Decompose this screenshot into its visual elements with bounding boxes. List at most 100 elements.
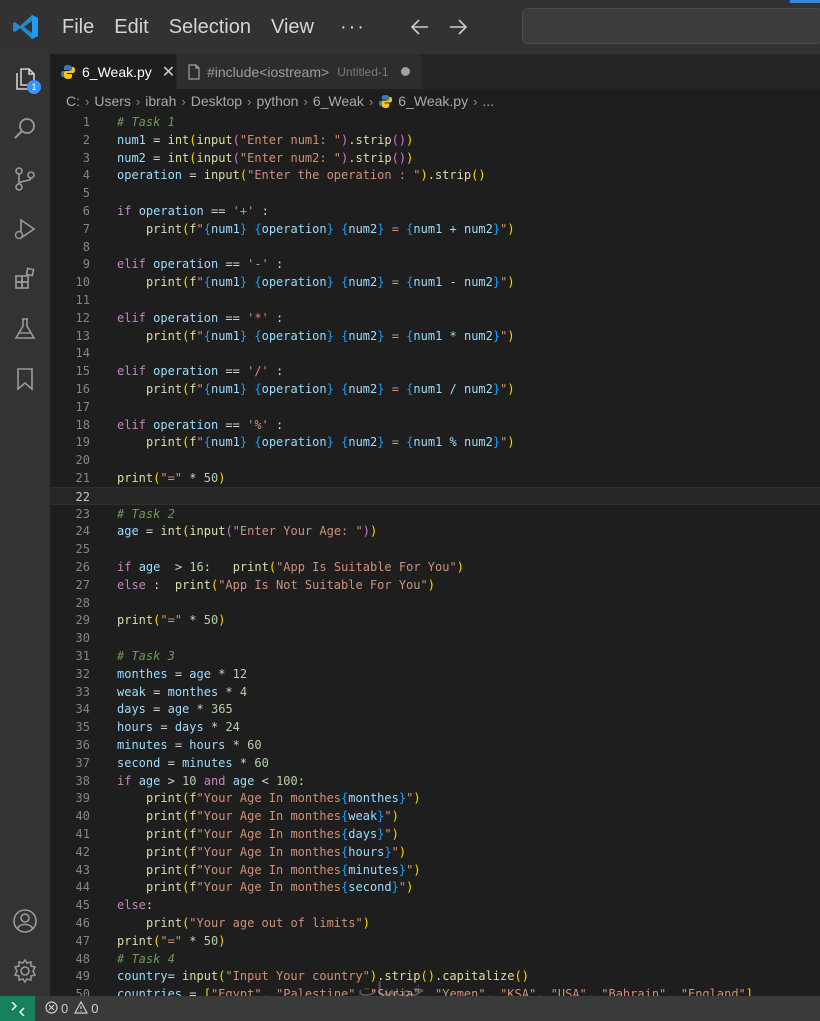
code-line[interactable]: 11	[50, 291, 820, 309]
code-line[interactable]: 39 print(f"Your Age In monthes{monthes}"…	[50, 789, 820, 807]
code-line[interactable]: 29 print("=" * 50)	[50, 611, 820, 629]
code-line[interactable]: 41 print(f"Your Age In monthes{days}")	[50, 825, 820, 843]
code-editor[interactable]: 1 # Task 1 2 num1 = int(input("Enter num1: …	[50, 113, 820, 996]
line-number: 13	[75, 328, 90, 343]
code-line[interactable]: 4 operation = input("Enter the operation …	[50, 166, 820, 184]
code-line[interactable]: 24 age = int(input("Enter Your Age: "))	[50, 522, 820, 540]
code-line[interactable]: 7 print(f"{num1} {operation} {num2} = {n…	[50, 220, 820, 238]
unsaved-dot-icon[interactable]	[400, 67, 410, 76]
code-line[interactable]: 50 countries = ["Egypt", "Palestine", "Sy…	[50, 985, 820, 996]
chevron-right-icon: ›	[85, 93, 90, 109]
code-line[interactable]: 36 minutes = hours * 60	[50, 736, 820, 754]
forward-arrow-icon[interactable]	[446, 15, 470, 39]
code-text: if operation == '+' :	[117, 204, 269, 218]
breadcrumb-drive[interactable]: C:	[66, 93, 80, 109]
breadcrumb-python[interactable]: python	[256, 93, 298, 109]
code-line[interactable]: 44 print(f"Your Age In monthes{second}")	[50, 878, 820, 896]
code-line[interactable]: 34 days = age * 365	[50, 700, 820, 718]
menu-more-button[interactable]: ···	[324, 0, 382, 54]
code-line[interactable]: 3 num2 = int(input("Enter num2: ").strip(…	[50, 149, 820, 167]
code-line[interactable]: 5	[50, 184, 820, 202]
code-line[interactable]: 8	[50, 238, 820, 256]
code-line[interactable]: 46 print("Your age out of limits")	[50, 914, 820, 932]
breadcrumb-file[interactable]: 6_Weak.py	[378, 93, 468, 109]
breadcrumb-6-weak[interactable]: 6_Weak	[313, 93, 364, 109]
code-line[interactable]: 22	[50, 486, 820, 505]
tab-label: 6_Weak.py	[82, 64, 152, 80]
code-line[interactable]: 9 elif operation == '-' :	[50, 255, 820, 273]
breadcrumb-symbols[interactable]: ...	[482, 93, 494, 109]
testing-icon[interactable]	[0, 304, 50, 354]
breadcrumb-users[interactable]: Users	[94, 93, 131, 109]
chevron-right-icon: ›	[368, 93, 374, 109]
code-line[interactable]: 43 print(f"Your Age In monthes{minutes}"…	[50, 861, 820, 879]
run-debug-icon[interactable]	[0, 204, 50, 254]
line-number: 9	[82, 257, 90, 272]
breadcrumb-desktop[interactable]: Desktop	[191, 93, 242, 109]
line-number: 34	[75, 702, 90, 717]
code-line[interactable]: 6 if operation == '+' :	[50, 202, 820, 220]
command-center-search[interactable]	[522, 8, 820, 44]
close-icon[interactable]: ✕	[162, 62, 175, 82]
code-line[interactable]: 1 # Task 1	[50, 113, 820, 131]
code-line[interactable]: 18 elif operation == '%' :	[50, 416, 820, 434]
code-text: print("=" * 50)	[117, 471, 226, 485]
code-line[interactable]: 48 # Task 4	[50, 950, 820, 968]
code-line[interactable]: 40 print(f"Your Age In monthes{weak}")	[50, 807, 820, 825]
code-line[interactable]: 23 # Task 2	[50, 505, 820, 523]
search-icon[interactable]	[0, 104, 50, 154]
extensions-icon[interactable]	[0, 254, 50, 304]
code-line[interactable]: 31 # Task 3	[50, 647, 820, 665]
account-icon[interactable]	[0, 896, 50, 946]
code-text: operation = input("Enter the operation :…	[117, 168, 486, 183]
code-line[interactable]: 15 elif operation == '/' :	[50, 362, 820, 380]
code-line[interactable]: 47 print("=" * 50)	[50, 932, 820, 950]
menu-selection[interactable]: Selection	[159, 0, 261, 54]
menu-edit[interactable]: Edit	[104, 0, 158, 54]
code-line[interactable]: 27 else : print("App Is Not Suitable For …	[50, 576, 820, 594]
line-number: 31	[75, 649, 90, 663]
problems-indicator[interactable]: 0 0	[45, 1000, 98, 1017]
remote-indicator-icon[interactable]	[0, 996, 35, 1021]
files-icon[interactable]: 1	[0, 54, 50, 104]
line-number: 24	[75, 524, 90, 539]
code-line[interactable]: 2 num1 = int(input("Enter num1: ").strip(…	[50, 131, 820, 149]
menu-view[interactable]: View	[261, 0, 324, 54]
breadcrumb-ibrah[interactable]: ibrah	[145, 93, 176, 109]
code-text: print(f"{num1} {operation} {num2} = {num…	[145, 221, 515, 236]
source-control-icon[interactable]	[0, 154, 50, 204]
line-number: 36	[75, 738, 90, 752]
code-line[interactable]: 38 if age > 10 and age < 100:	[50, 772, 820, 790]
menu-file[interactable]: File	[52, 0, 104, 54]
code-line[interactable]: 12 elif operation == '*' :	[50, 309, 820, 327]
code-line[interactable]: 13 print(f"{num1} {operation} {num2} = {…	[50, 327, 820, 345]
code-line[interactable]: 26 if age > 16: print("App Is Suitable Fo…	[50, 558, 820, 576]
tab-6-weak-py[interactable]: 6_Weak.py ✕	[50, 54, 176, 89]
code-line[interactable]: 21 print("=" * 50)	[50, 469, 820, 487]
line-number: 45	[75, 898, 90, 913]
back-arrow-icon[interactable]	[408, 15, 432, 39]
code-line[interactable]: 25	[50, 540, 820, 558]
line-number: 10	[75, 275, 90, 290]
code-line[interactable]: 37 second = minutes * 60	[50, 754, 820, 772]
code-line[interactable]: 19 print(f"{num1} {operation} {num2} = {…	[50, 433, 820, 451]
code-line[interactable]: 49 country= input("Input Your country").s…	[50, 967, 820, 985]
code-line[interactable]: 30	[50, 629, 820, 647]
code-line[interactable]: 32 monthes = age * 12	[50, 665, 820, 683]
code-line[interactable]: 42 print(f"Your Age In monthes{hours}")	[50, 843, 820, 861]
code-line[interactable]: 28	[50, 594, 820, 612]
code-line[interactable]: 45 else:	[50, 896, 820, 914]
line-number: 42	[75, 844, 90, 859]
code-line[interactable]: 35 hours = days * 24	[50, 718, 820, 736]
bookmark-icon[interactable]	[0, 354, 50, 404]
tab-label: #include<iostream>	[207, 63, 330, 80]
tab-untitled-1[interactable]: #include<iostream> Untitled-1	[176, 54, 422, 89]
code-line[interactable]: 10 print(f"{num1} {operation} {num2} = {…	[50, 273, 820, 291]
code-line[interactable]: 20	[50, 451, 820, 469]
code-line[interactable]: 17	[50, 398, 820, 416]
code-line[interactable]: 14	[50, 344, 820, 362]
code-line[interactable]: 33 weak = monthes * 4	[50, 683, 820, 701]
line-number: 41	[75, 827, 90, 841]
code-line[interactable]: 16 print(f"{num1} {operation} {num2} = {…	[50, 380, 820, 398]
gear-icon[interactable]	[0, 946, 50, 996]
